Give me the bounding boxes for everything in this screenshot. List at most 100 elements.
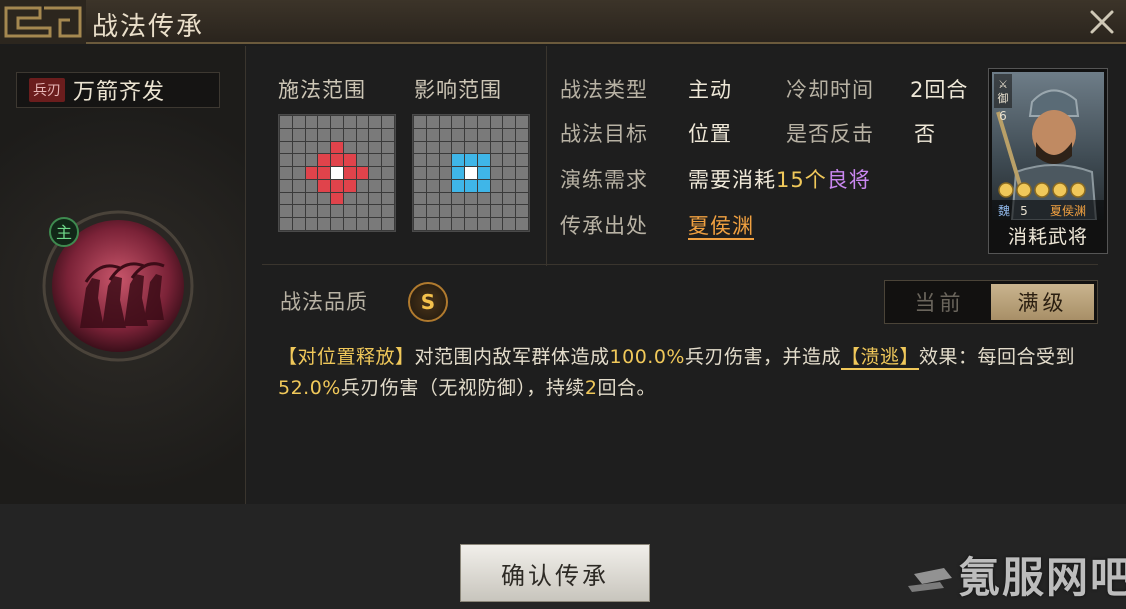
effect-range-cell <box>503 205 516 218</box>
cast-range-cell <box>331 218 343 230</box>
effect-range-cell <box>426 192 439 205</box>
effect-range-cell <box>414 141 426 154</box>
cast-range-cell <box>331 154 343 167</box>
footer-bar: 确认传承 氪服网吧 <box>0 504 1126 609</box>
cast-range-cell <box>318 192 331 205</box>
effect-range-cell <box>426 128 439 141</box>
effect-range-cell <box>477 167 490 179</box>
cast-range-cell <box>369 128 382 141</box>
counter-value: 否 <box>914 122 936 146</box>
cast-range-cell <box>292 218 305 230</box>
cast-range-cell <box>292 128 305 141</box>
effect-range-cell <box>490 128 503 141</box>
divider-horizontal <box>262 264 1098 265</box>
effect-range-cell <box>439 218 452 230</box>
effect-range-cell <box>477 218 490 230</box>
effect-range-cell <box>465 128 477 141</box>
effect-range-cell <box>465 205 477 218</box>
effect-range-cell <box>503 154 516 167</box>
skill-description: 【对位置释放】对范围内敌军群体造成100.0%兵刃伤害，并造成【溃逃】效果：每回… <box>278 342 1098 404</box>
general-card[interactable]: ⚔ 御 6 魏 5 夏侯渊 消耗武将 <box>988 68 1108 254</box>
effect-range-cell <box>477 154 490 167</box>
card-level: 5 <box>1020 204 1028 218</box>
skill-type-label: 战法类型 <box>560 78 648 102</box>
cast-range-cell <box>356 179 369 192</box>
close-icon[interactable] <box>1086 6 1118 38</box>
cast-range-cell <box>356 116 369 128</box>
cast-range-cell <box>382 141 394 154</box>
effect-range-cell <box>490 192 503 205</box>
toggle-current[interactable]: 当前 <box>888 284 991 320</box>
cast-range-cell <box>343 192 356 205</box>
desc-status-rout[interactable]: 【溃逃】 <box>841 346 920 370</box>
cast-range-cell <box>280 116 292 128</box>
effect-range-cell <box>426 205 439 218</box>
effect-range-cell <box>516 179 528 192</box>
effect-range-cell <box>439 192 452 205</box>
cast-range-cell <box>356 167 369 179</box>
general-portrait-icon: ⚔ 御 6 魏 5 夏侯渊 <box>992 72 1104 220</box>
effect-range-cell <box>439 116 452 128</box>
effect-range-cell <box>452 192 465 205</box>
source-value: 夏侯渊 <box>688 210 754 240</box>
effect-range-cell <box>503 141 516 154</box>
cast-range-cell <box>382 167 394 179</box>
effect-range-cell <box>414 128 426 141</box>
cast-range-cell <box>343 205 356 218</box>
effect-range-cell <box>452 179 465 192</box>
effect-range-cell <box>503 179 516 192</box>
source-label: 传承出处 <box>560 214 648 238</box>
cast-range-cell <box>369 116 382 128</box>
desc-text-2: 兵刃伤害，并造成 <box>684 346 841 368</box>
desc-text-5: 回合。 <box>597 377 656 399</box>
cast-range-cell <box>343 179 356 192</box>
effect-range-cell <box>439 154 452 167</box>
effect-range-cell <box>452 167 465 179</box>
cast-range-cell <box>369 154 382 167</box>
card-stars <box>998 182 1086 198</box>
effect-range-cell <box>452 205 465 218</box>
cast-range-cell <box>305 128 318 141</box>
effect-range-cell <box>477 192 490 205</box>
effect-range-cell <box>452 116 465 128</box>
desc-text-1: 对范围内敌军群体造成 <box>414 346 610 368</box>
confirm-inherit-button[interactable]: 确认传承 <box>460 544 650 602</box>
cooldown-label: 冷却时间 <box>786 78 874 102</box>
effect-range-cell <box>414 205 426 218</box>
skill-target-value: 位置 <box>688 122 732 146</box>
title-bar: 战法传承 <box>0 0 1126 44</box>
toggle-max-level[interactable]: 满级 <box>991 284 1094 320</box>
cast-range-cell <box>280 179 292 192</box>
effect-range-cell <box>490 205 503 218</box>
cast-range-cell <box>356 154 369 167</box>
source-general-link[interactable]: 夏侯渊 <box>688 214 754 240</box>
cast-range-cell <box>369 218 382 230</box>
cast-range-cell <box>318 218 331 230</box>
star-icon <box>998 182 1014 198</box>
effect-range-cell <box>465 218 477 230</box>
effect-range-cell <box>426 116 439 128</box>
effect-range-cell <box>490 154 503 167</box>
archers-volley-icon[interactable]: 主 <box>40 208 196 364</box>
effect-range-cell <box>477 205 490 218</box>
cast-range-cell <box>343 116 356 128</box>
cast-range-cell <box>331 179 343 192</box>
quality-label: 战法品质 <box>280 290 368 314</box>
effect-range-cell <box>516 192 528 205</box>
effect-range-cell <box>516 116 528 128</box>
cast-range-cell <box>305 205 318 218</box>
window-title: 战法传承 <box>92 12 205 42</box>
effect-range-cell <box>426 154 439 167</box>
training-req-label: 演练需求 <box>560 168 648 192</box>
desc-damage-rate: 100.0% <box>609 346 685 368</box>
skill-type-value: 主动 <box>688 78 732 102</box>
cast-range-cell <box>343 167 356 179</box>
cast-range-cell <box>318 116 331 128</box>
cast-range-cell <box>318 205 331 218</box>
effect-range-cell <box>503 167 516 179</box>
cast-range-cell <box>356 192 369 205</box>
cast-range-cell <box>343 128 356 141</box>
effect-range-cell <box>439 128 452 141</box>
desc-tag-target: 【对位置释放】 <box>278 346 415 368</box>
training-req-prefix: 需要消耗 <box>688 168 776 192</box>
